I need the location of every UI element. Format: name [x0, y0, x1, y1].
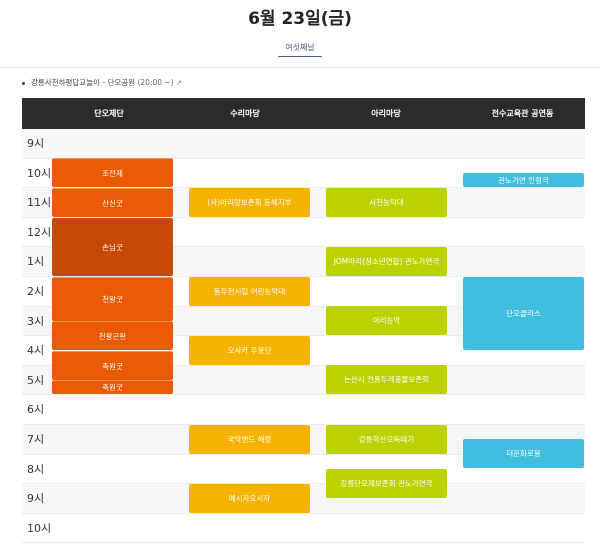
event-ari-nongak[interactable]: 아리농악: [326, 306, 447, 335]
event-gangneung-haksan[interactable]: 강릉학산오독떼기: [326, 425, 447, 454]
column-header-jeonsu: 전수교육관 공연동: [491, 109, 554, 118]
hour-row: 10시: [22, 514, 585, 544]
notice-time: (20:00 ~: [137, 78, 171, 87]
schedule-grid: 9시 10시 11시 12시 1시 2시 3시 4시 5시 6시 7시 8시 9…: [22, 129, 585, 545]
hour-label: 8시: [27, 462, 45, 476]
external-link-icon[interactable]: ↗: [176, 79, 182, 87]
notice-tail: ): [170, 78, 174, 87]
hour-label: 4시: [27, 344, 45, 358]
hour-label: 12시: [27, 225, 52, 239]
tab-day6[interactable]: 여섯째날: [0, 42, 600, 53]
hour-row: 6시: [22, 395, 585, 425]
column-header-surimadang: 수리마당: [230, 109, 260, 118]
hour-label: 9시: [27, 137, 45, 150]
hour-label: 2시: [27, 285, 45, 298]
hour-label: 10시: [27, 166, 52, 180]
event-gugakband-haerang[interactable]: 국악밴드 해랑: [189, 425, 310, 454]
hour-row: 9시: [22, 129, 585, 159]
event-chugwongut-1[interactable]: 축원굿: [52, 351, 173, 380]
event-dano-class[interactable]: 단오클라스: [463, 277, 584, 350]
event-deoun-hwaroyong[interactable]: 더운화로용: [463, 439, 584, 468]
hour-label: 6시: [27, 403, 45, 417]
event-dongducheon-nongak[interactable]: 동두천시립 어린농악대: [189, 277, 310, 306]
hour-label: 5시: [27, 373, 45, 387]
event-sonnimgut[interactable]: 손님굿: [52, 218, 173, 276]
event-nonsan-pungmul[interactable]: 논산시 전통두레풍물보존회: [326, 365, 447, 394]
hour-label: 1시: [27, 255, 45, 269]
event-danoje-gwanno[interactable]: 강릉단오제보존회 관노가면극: [326, 469, 447, 498]
event-gwanno-puppet[interactable]: 관노가면 인형극: [463, 173, 584, 187]
event-sacheon-nongakdae[interactable]: 사천농악대: [326, 188, 447, 217]
event-arirang-donghae[interactable]: (사)아리랑보존회 동해지부: [189, 188, 310, 217]
column-header-arimadang: 아리마당: [371, 109, 401, 118]
event-sansingut[interactable]: 산신굿: [52, 188, 173, 217]
hour-label: 10시: [27, 521, 52, 535]
page-title: 6월 23일(금): [248, 9, 352, 29]
divider: [0, 67, 600, 68]
event-chugwongut-2[interactable]: 축원굿: [52, 380, 173, 394]
notice-text: 강릉사천하평답교놀이 - 단오공원: [31, 78, 136, 87]
notice-item[interactable]: 강릉사천하평답교놀이 - 단오공원 (20:00 ~) ↗: [22, 77, 182, 88]
event-osaka-umongdan[interactable]: 오사카 우몽단: [189, 336, 310, 365]
event-jomari-gwanno[interactable]: JOM아리(청소년연합) 관노가면극: [326, 247, 447, 276]
schedule-header: 단오제단 수리마당 아리마당 전수교육관 공연동: [22, 98, 585, 129]
tab-underline: [278, 56, 322, 57]
hour-label: 3시: [27, 314, 45, 328]
event-cheonwanggut[interactable]: 천왕굿: [52, 277, 173, 321]
event-cheonwanggonpan[interactable]: 천왕곤판: [52, 321, 173, 350]
hour-label: 9시: [27, 492, 45, 506]
event-yesijaosija[interactable]: 예시자오시자: [189, 484, 310, 513]
hour-label: 7시: [27, 433, 45, 446]
bullet-icon: [22, 81, 25, 85]
event-jojeonje[interactable]: 조전제: [52, 158, 173, 187]
hour-label: 11시: [27, 196, 52, 210]
